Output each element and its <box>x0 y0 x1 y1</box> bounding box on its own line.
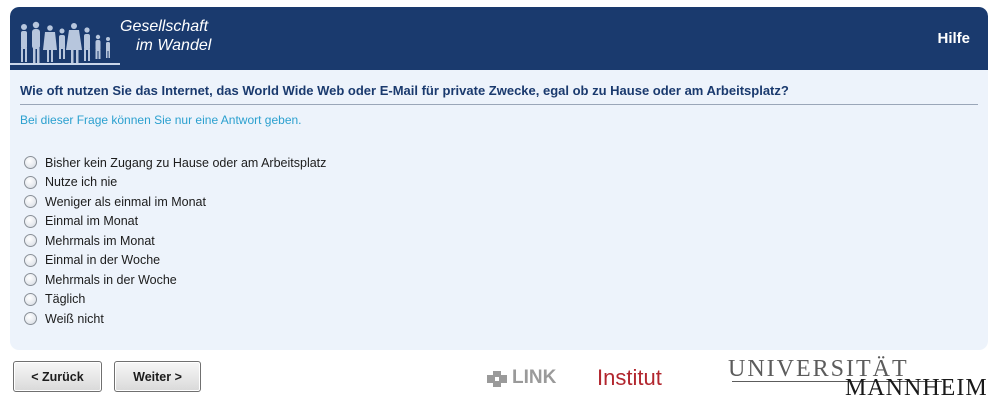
answer-label[interactable]: Weniger als einmal im Monat <box>45 195 206 209</box>
answer-option[interactable]: Mehrmals in der Woche <box>24 270 326 290</box>
next-button[interactable]: Weiter > <box>114 361 201 392</box>
radio-button[interactable] <box>24 175 37 189</box>
answer-label[interactable]: Nutze ich nie <box>45 175 117 189</box>
help-link[interactable]: Hilfe <box>937 30 970 47</box>
answer-label[interactable]: Bisher kein Zugang zu Hause oder am Arbe… <box>45 156 326 170</box>
radio-button[interactable] <box>24 234 37 248</box>
logo-text: Gesellschaft im Wandel <box>120 17 211 55</box>
answer-label[interactable]: Täglich <box>45 292 85 306</box>
logo-line-1: Gesellschaft <box>120 18 209 35</box>
answer-option[interactable]: Nutze ich nie <box>24 173 326 193</box>
answer-option[interactable]: Täglich <box>24 290 326 310</box>
answer-option[interactable]: Einmal in der Woche <box>24 251 326 271</box>
radio-button[interactable] <box>24 273 37 287</box>
answer-option[interactable]: Weiß nicht <box>24 309 326 329</box>
link-institut-word: Institut <box>597 365 662 390</box>
answer-option[interactable]: Mehrmals im Monat <box>24 231 326 251</box>
answer-label[interactable]: Mehrmals im Monat <box>45 234 155 248</box>
logo-line-2: im Wandel <box>136 37 212 54</box>
back-button[interactable]: < Zurück <box>13 361 102 392</box>
universitaet-mannheim-logo: UNIVERSITÄT MANNHEIM <box>728 356 990 402</box>
answer-label[interactable]: Einmal in der Woche <box>45 253 160 267</box>
answer-option[interactable]: Weniger als einmal im Monat <box>24 192 326 212</box>
question-instruction: Bei dieser Frage können Sie nur eine Ant… <box>20 113 302 127</box>
link-institut-logo: LINK Institut <box>487 362 687 394</box>
gesellschaft-im-wandel-logo: Gesellschaft im Wandel <box>10 7 260 70</box>
header-bar: Gesellschaft im Wandel Hilfe <box>10 7 988 70</box>
answer-option[interactable]: Bisher kein Zugang zu Hause oder am Arbe… <box>24 153 326 173</box>
survey-panel: Gesellschaft im Wandel Hilfe Wie oft nut… <box>10 7 988 350</box>
link-mark-icon <box>487 371 507 387</box>
answer-options: Bisher kein Zugang zu Hause oder am Arbe… <box>24 153 326 329</box>
radio-button[interactable] <box>24 156 37 170</box>
radio-button[interactable] <box>24 312 37 326</box>
answer-label[interactable]: Einmal im Monat <box>45 214 138 228</box>
answer-label[interactable]: Weiß nicht <box>45 312 104 326</box>
radio-button[interactable] <box>24 253 37 267</box>
answer-label[interactable]: Mehrmals in der Woche <box>45 273 177 287</box>
question-text: Wie oft nutzen Sie das Internet, das Wor… <box>20 83 978 105</box>
answer-option[interactable]: Einmal im Monat <box>24 212 326 232</box>
radio-button[interactable] <box>24 195 37 209</box>
uni-bottom-text: MANNHEIM <box>845 375 988 401</box>
link-word: LINK <box>512 367 557 388</box>
radio-button[interactable] <box>24 214 37 228</box>
people-silhouettes-icon <box>10 21 120 65</box>
radio-button[interactable] <box>24 292 37 306</box>
